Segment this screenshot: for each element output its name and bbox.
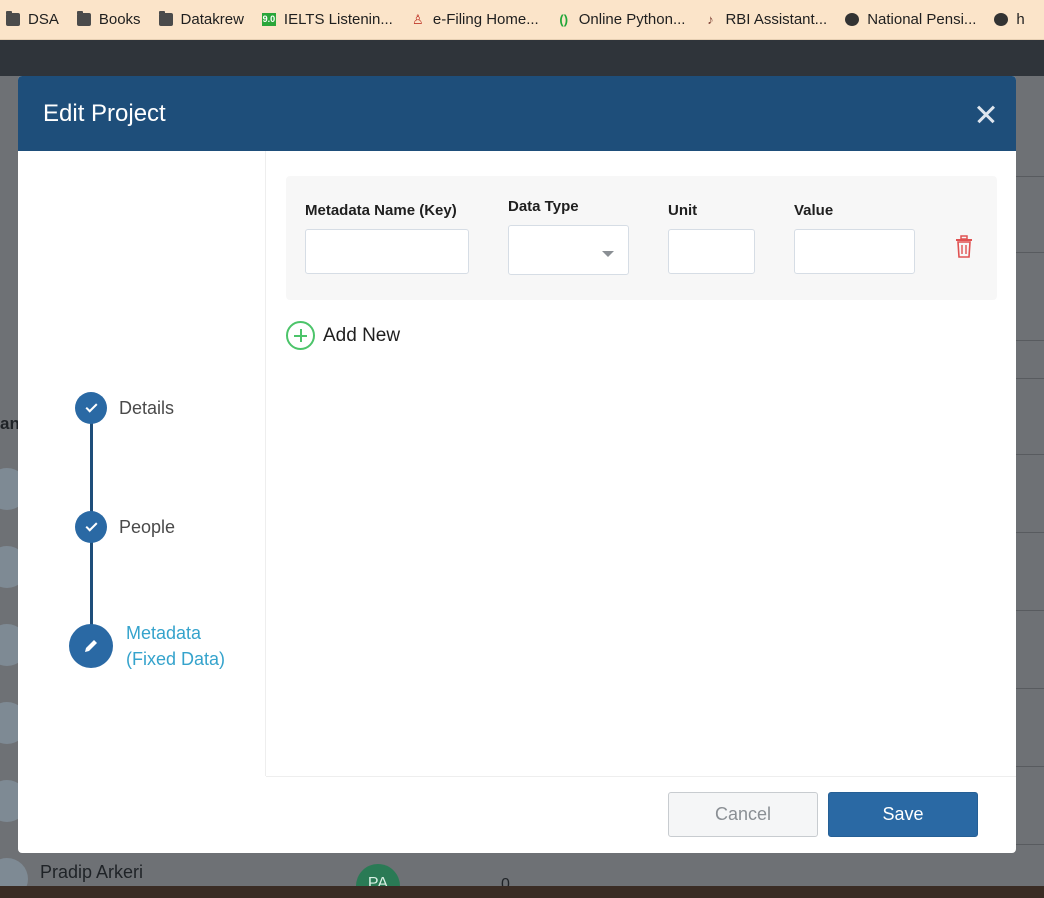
bg-divider [1016, 688, 1044, 689]
bookmark-label: National Pensi... [867, 11, 977, 28]
bookmark-datakrew[interactable]: Datakrew [158, 11, 244, 28]
bookmark-python[interactable]: () Online Python... [557, 11, 686, 28]
step-metadata-pencil-icon[interactable] [69, 624, 113, 668]
modal-body: Details People Metadata (Fixed Data) Met… [18, 151, 1016, 776]
folder-icon [76, 11, 91, 26]
globe-icon [845, 13, 860, 26]
bg-divider [1016, 340, 1044, 341]
bookmark-label: RBI Assistant... [725, 11, 828, 28]
bg-divider [1016, 844, 1044, 845]
bg-divider [1016, 252, 1044, 253]
metadata-name-input[interactable] [305, 229, 469, 274]
step-people-check-icon[interactable] [75, 511, 107, 543]
bookmark-h[interactable]: h [994, 11, 1025, 28]
value-input[interactable] [794, 229, 915, 274]
unit-input[interactable] [668, 229, 755, 274]
efiling-icon: ♙ [412, 12, 424, 27]
add-new-label: Add New [323, 324, 401, 346]
step-details-check-icon[interactable] [75, 392, 107, 424]
unit-field: Unit [668, 202, 755, 274]
save-button[interactable]: Save [828, 792, 978, 837]
plus-circle-icon [286, 321, 315, 350]
bookmark-label: e-Filing Home... [432, 11, 539, 28]
modal-footer: Cancel Save [266, 776, 1016, 853]
rbi-icon: ♪ [707, 12, 714, 27]
data-type-select[interactable] [508, 225, 629, 275]
step-metadata-label-line1: Metadata [126, 623, 202, 643]
pencil-icon [85, 640, 97, 652]
bookmark-efiling[interactable]: ♙ e-Filing Home... [411, 11, 539, 28]
edit-project-modal: Edit Project Details People Metadata (Fi… [18, 76, 1016, 853]
ielts-icon: 9.0 [261, 13, 276, 26]
check-icon [84, 400, 98, 413]
python-icon: () [559, 12, 569, 27]
bookmark-dsa[interactable]: DSA [6, 11, 59, 28]
cancel-button[interactable]: Cancel [668, 792, 818, 837]
bookmark-label: Datakrew [180, 11, 244, 28]
close-icon[interactable] [974, 102, 998, 126]
bookmark-label: IELTS Listenin... [283, 11, 393, 28]
bg-divider [1016, 454, 1044, 455]
bookmark-label: h [1016, 11, 1025, 28]
bookmark-label: Books [98, 11, 141, 28]
value-label: Value [794, 202, 834, 219]
bg-bottom-strip [0, 886, 1044, 898]
bg-divider [1016, 176, 1044, 177]
step-metadata-label[interactable]: Metadata (Fixed Data) [126, 620, 225, 672]
step-metadata-label-line2: (Fixed Data) [126, 649, 226, 669]
bg-divider [1016, 378, 1044, 379]
bookmark-rbi[interactable]: ♪ RBI Assistant... [703, 11, 827, 28]
metadata-name-label: Metadata Name (Key) [305, 202, 457, 219]
value-field: Value [794, 202, 915, 274]
caret-down-icon [602, 251, 614, 257]
data-type-label: Data Type [508, 198, 579, 215]
bg-divider [1016, 532, 1044, 533]
bg-row-name: Pradip Arkeri [40, 862, 144, 882]
metadata-content: Metadata Name (Key) Data Type Unit Value [286, 176, 997, 350]
folder-icon [6, 11, 20, 26]
stepper: Details People Metadata (Fixed Data) [18, 151, 266, 776]
app-top-bar [0, 40, 1044, 76]
bg-divider [1016, 610, 1044, 611]
bookmark-label: DSA [28, 11, 59, 28]
step-details-label[interactable]: Details [119, 398, 174, 419]
add-new-button[interactable]: Add New [286, 321, 400, 350]
bookmark-ielts[interactable]: 9.0 IELTS Listenin... [261, 11, 393, 28]
check-icon [84, 519, 98, 532]
modal-header: Edit Project [18, 76, 1016, 151]
trash-icon[interactable] [954, 235, 974, 259]
bookmarks-bar: DSA Books Datakrew 9.0 IELTS Listenin...… [0, 0, 1044, 40]
unit-label: Unit [668, 202, 698, 219]
step-people-label[interactable]: People [119, 517, 175, 538]
modal-title: Edit Project [43, 99, 166, 127]
metadata-name-field: Metadata Name (Key) [305, 202, 469, 274]
folder-icon [158, 11, 173, 26]
data-type-field: Data Type [508, 198, 629, 275]
metadata-row-card: Metadata Name (Key) Data Type Unit Value [286, 176, 997, 300]
globe-icon [994, 13, 1009, 26]
bookmark-books[interactable]: Books [76, 11, 141, 28]
bookmark-national-pension[interactable]: National Pensi... [845, 11, 976, 28]
bookmark-label: Online Python... [578, 11, 686, 28]
bg-divider [1016, 766, 1044, 767]
